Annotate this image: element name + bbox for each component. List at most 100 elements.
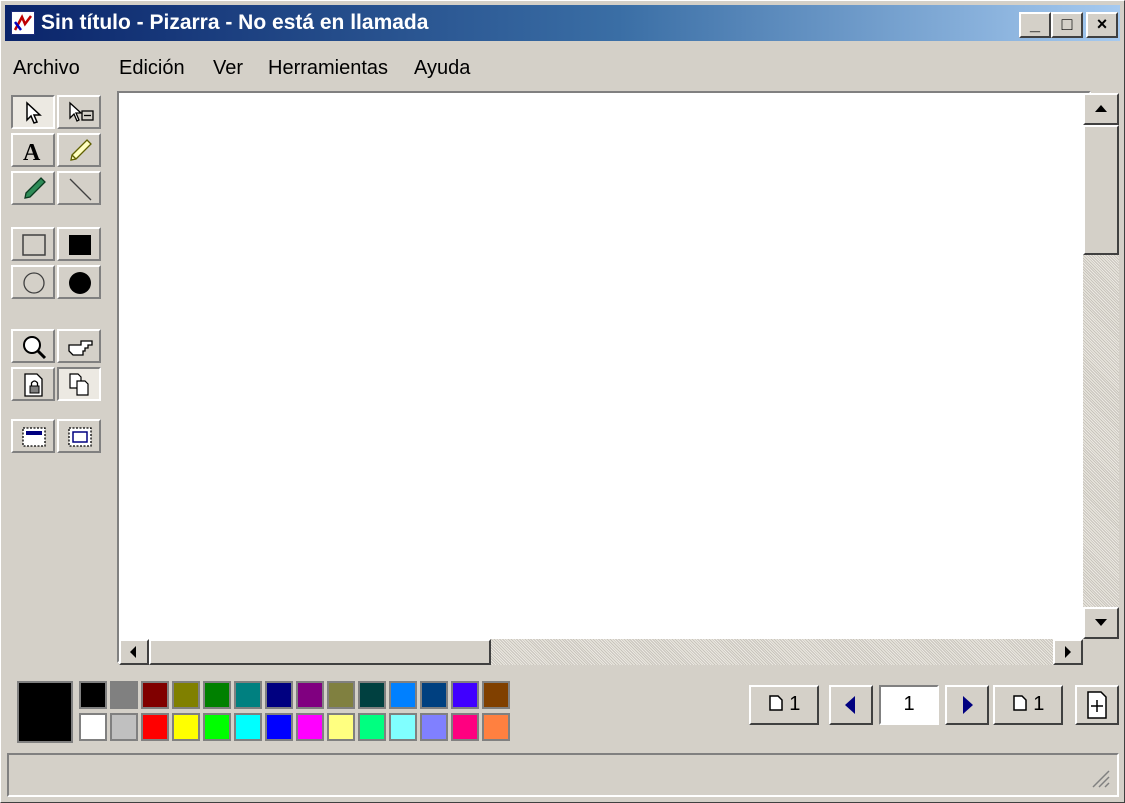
- color-swatch[interactable]: [451, 681, 479, 709]
- arrow-right-icon: [963, 696, 973, 714]
- arrow-left-icon: [130, 646, 136, 658]
- last-page-label: 1: [1033, 693, 1045, 715]
- filled-ellipse-icon: [69, 272, 91, 294]
- tool-filled-rectangle[interactable]: [57, 227, 101, 261]
- color-swatch[interactable]: [482, 681, 510, 709]
- insert-page-icon: [1087, 691, 1107, 719]
- horizontal-scrollbar[interactable]: [119, 639, 1083, 665]
- color-swatch[interactable]: [203, 681, 231, 709]
- scroll-left-button[interactable]: [119, 639, 149, 665]
- color-swatch[interactable]: [265, 713, 293, 741]
- color-swatch[interactable]: [172, 681, 200, 709]
- color-swatch[interactable]: [110, 681, 138, 709]
- color-swatch[interactable]: [482, 713, 510, 741]
- tool-filled-ellipse[interactable]: [57, 265, 101, 299]
- color-swatch[interactable]: [110, 713, 138, 741]
- first-page-button[interactable]: 1: [749, 685, 819, 725]
- last-page-button[interactable]: 1: [993, 685, 1063, 725]
- filled-rectangle-icon: [69, 235, 91, 255]
- color-swatch[interactable]: [141, 681, 169, 709]
- drawing-canvas[interactable]: [119, 93, 1083, 639]
- color-swatch[interactable]: [327, 681, 355, 709]
- color-swatch[interactable]: [79, 681, 107, 709]
- color-swatch[interactable]: [327, 713, 355, 741]
- scroll-right-button[interactable]: [1053, 639, 1083, 665]
- title-bar[interactable]: Sin título - Pizarra - No está en llamad…: [5, 5, 1120, 41]
- scroll-down-button[interactable]: [1083, 607, 1119, 639]
- menu-archivo[interactable]: Archivo: [13, 49, 80, 87]
- tool-lock-contents[interactable]: [11, 367, 55, 401]
- current-page-field[interactable]: 1: [879, 685, 939, 725]
- tool-remote-pointer[interactable]: [57, 329, 101, 363]
- arrow-right-icon: [1065, 646, 1071, 658]
- page-icon: [1012, 687, 1028, 721]
- vertical-scroll-thumb[interactable]: [1083, 125, 1119, 255]
- current-color: [17, 681, 73, 743]
- tool-area-select[interactable]: [57, 95, 101, 129]
- scroll-up-button[interactable]: [1083, 93, 1119, 125]
- unfilled-ellipse-icon: [23, 272, 45, 294]
- menu-edicion[interactable]: Edición: [119, 49, 185, 87]
- color-swatch[interactable]: [296, 713, 324, 741]
- menu-ayuda[interactable]: Ayuda: [414, 49, 470, 87]
- menu-herramientas[interactable]: Herramientas: [268, 49, 388, 87]
- select-window-icon: [22, 427, 46, 447]
- tool-highlighter[interactable]: [57, 133, 101, 167]
- whiteboard-app-icon[interactable]: [11, 11, 35, 35]
- arrow-up-icon: [1095, 105, 1107, 112]
- color-swatch[interactable]: [420, 713, 448, 741]
- color-swatch[interactable]: [389, 713, 417, 741]
- scrollbar-corner: [1083, 639, 1119, 665]
- color-swatch[interactable]: [358, 681, 386, 709]
- unfilled-rectangle-icon: [22, 234, 46, 256]
- color-swatch[interactable]: [234, 713, 262, 741]
- tool-pen[interactable]: [11, 171, 55, 205]
- color-swatch[interactable]: [451, 713, 479, 741]
- color-swatch[interactable]: [141, 713, 169, 741]
- tool-text[interactable]: A: [11, 133, 55, 167]
- line-icon: [69, 178, 92, 201]
- vertical-scrollbar[interactable]: [1083, 93, 1119, 639]
- next-page-button[interactable]: [945, 685, 989, 725]
- text-icon: A: [23, 140, 41, 164]
- color-swatch[interactable]: [203, 713, 231, 741]
- color-swatch[interactable]: [389, 681, 417, 709]
- lock-contents-icon: [24, 373, 43, 397]
- tool-unfilled-ellipse[interactable]: [11, 265, 55, 299]
- resize-grip-icon[interactable]: [1089, 767, 1111, 789]
- color-swatch[interactable]: [79, 713, 107, 741]
- status-bar: [7, 753, 1119, 797]
- pen-icon: [24, 177, 46, 199]
- color-swatch[interactable]: [358, 713, 386, 741]
- synchronize-icon: [69, 373, 89, 396]
- color-swatch[interactable]: [296, 681, 324, 709]
- close-button[interactable]: ×: [1086, 12, 1118, 38]
- tool-unfilled-rectangle[interactable]: [11, 227, 55, 261]
- menu-ver[interactable]: Ver: [213, 49, 243, 87]
- color-swatch[interactable]: [265, 681, 293, 709]
- minimize-icon: _: [1029, 14, 1040, 34]
- insert-page-button[interactable]: [1075, 685, 1119, 725]
- select-icon: [26, 101, 42, 124]
- tool-select-window[interactable]: [11, 419, 55, 453]
- svg-text:A: A: [23, 140, 41, 164]
- tool-zoom[interactable]: [11, 329, 55, 363]
- first-page-label: 1: [789, 693, 801, 715]
- tool-synchronize[interactable]: [57, 367, 101, 401]
- color-swatch[interactable]: [420, 681, 448, 709]
- select-area-icon: [68, 427, 92, 447]
- maximize-button[interactable]: □: [1051, 12, 1083, 38]
- minimize-button[interactable]: _: [1019, 12, 1051, 38]
- color-swatch[interactable]: [172, 713, 200, 741]
- tool-line[interactable]: [57, 171, 101, 205]
- tool-select[interactable]: [11, 95, 55, 129]
- page-icon: [768, 687, 784, 721]
- zoom-icon: [23, 336, 47, 360]
- toolbox: A: [9, 93, 111, 663]
- horizontal-scroll-thumb[interactable]: [149, 639, 491, 665]
- arrow-left-icon: [845, 696, 855, 714]
- color-swatch[interactable]: [234, 681, 262, 709]
- previous-page-button[interactable]: [829, 685, 873, 725]
- highlighter-icon: [70, 139, 92, 161]
- tool-select-area[interactable]: [57, 419, 101, 453]
